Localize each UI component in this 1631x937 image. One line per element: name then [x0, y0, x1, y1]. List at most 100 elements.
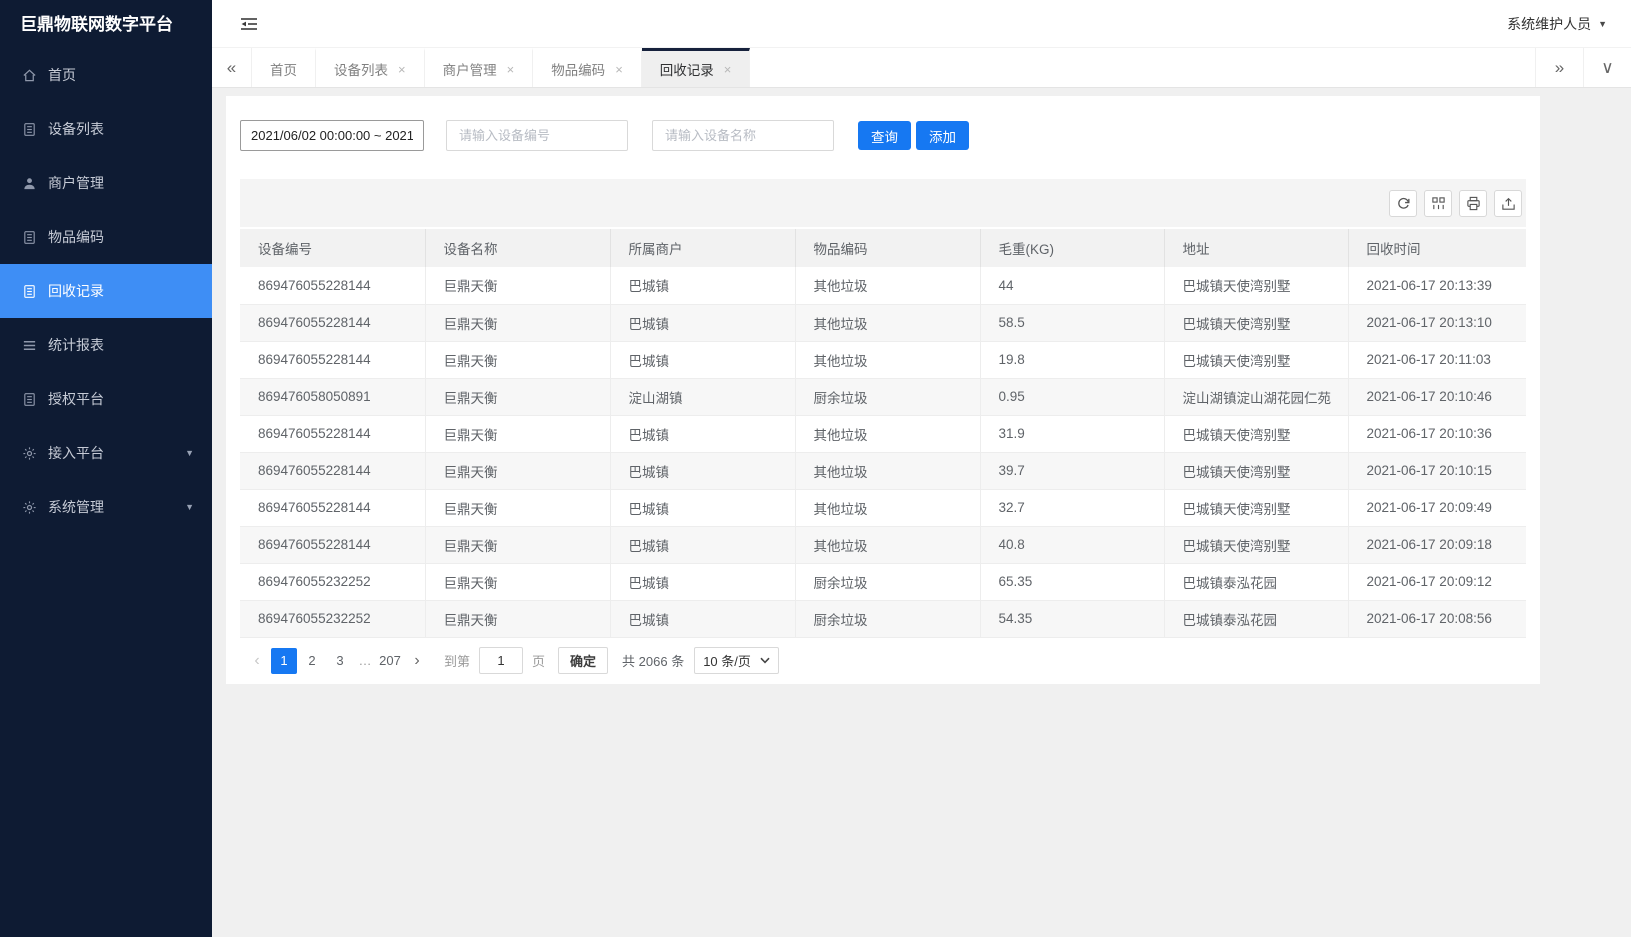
sidebar-item-label: 回收记录 [48, 281, 104, 301]
sidebar-item-access-platform[interactable]: 接入平台 ▼ [0, 426, 212, 480]
cell: 巨鼎天衡 [425, 415, 610, 452]
next-page-button[interactable]: › [404, 652, 430, 670]
sidebar-item-label: 设备列表 [48, 119, 104, 139]
user-menu[interactable]: 系统维护人员 ▼ [1507, 14, 1607, 34]
filter-bar: 查询 添加 [226, 96, 1540, 179]
export-button[interactable] [1494, 190, 1522, 217]
export-icon [1501, 196, 1516, 211]
prev-page-button[interactable]: ‹ [244, 652, 270, 670]
sidebar-item-item-codes[interactable]: 物品编码 [0, 210, 212, 264]
close-icon[interactable]: × [398, 62, 406, 77]
cell: 巴城镇泰泓花园 [1164, 600, 1348, 637]
tabs-scroll-right-button[interactable]: » [1535, 48, 1583, 87]
cell: 巴城镇 [610, 341, 795, 378]
cell: 40.8 [980, 526, 1164, 563]
cell: 869476055232252 [240, 600, 425, 637]
user-icon [22, 175, 38, 191]
page-button-2[interactable]: 2 [299, 648, 325, 674]
page-button-207[interactable]: 207 [377, 648, 403, 674]
cell: 厨余垃圾 [795, 563, 980, 600]
columns-icon [1431, 196, 1446, 211]
cell: 869476055228144 [240, 341, 425, 378]
cell: 巴城镇天使湾别墅 [1164, 267, 1348, 304]
tabs-scroll-left-button[interactable]: « [212, 48, 252, 87]
sidebar-item-system-management[interactable]: 系统管理 ▼ [0, 480, 212, 534]
tab-device-list[interactable]: 设备列表 × [316, 48, 425, 87]
cell: 869476058050891 [240, 378, 425, 415]
cell: 2021-06-17 20:10:36 [1348, 415, 1526, 452]
tab-label: 商户管理 [443, 59, 497, 79]
tab-home[interactable]: 首页 [252, 48, 316, 87]
cell: 巨鼎天衡 [425, 526, 610, 563]
query-button[interactable]: 查询 [858, 121, 911, 150]
cell: 淀山湖镇淀山湖花园仁苑 [1164, 378, 1348, 415]
cell: 巴城镇天使湾别墅 [1164, 452, 1348, 489]
page-unit-label: 页 [532, 651, 545, 670]
page-button-3[interactable]: 3 [327, 648, 353, 674]
sidebar-collapse-button[interactable] [240, 16, 258, 32]
page-size-value: 10 条/页 [703, 651, 751, 670]
sidebar-item-label: 商户管理 [48, 173, 104, 193]
chevron-down-icon: ∨ [1601, 58, 1613, 78]
tab-merchants[interactable]: 商户管理 × [425, 48, 534, 87]
columns-button[interactable] [1424, 190, 1452, 217]
sidebar-item-reports[interactable]: 统计报表 [0, 318, 212, 372]
confirm-button[interactable]: 确定 [558, 647, 608, 674]
document-icon [22, 229, 38, 245]
date-range-input[interactable] [240, 120, 424, 151]
col-item-code: 物品编码 [795, 228, 980, 267]
close-icon[interactable]: × [507, 62, 515, 77]
sidebar-item-label: 接入平台 [48, 443, 104, 463]
cell: 淀山湖镇 [610, 378, 795, 415]
sidebar-item-home[interactable]: 首页 [0, 48, 212, 102]
tab-recycle-records[interactable]: 回收记录 × [642, 48, 751, 87]
sidebar-item-recycle-records[interactable]: 回收记录 [0, 264, 212, 318]
caret-down-icon: ▼ [185, 448, 194, 458]
cell: 其他垃圾 [795, 415, 980, 452]
cell: 巨鼎天衡 [425, 489, 610, 526]
cell: 厨余垃圾 [795, 378, 980, 415]
tab-label: 首页 [270, 59, 297, 79]
table-row: 869476055232252巨鼎天衡巴城镇厨余垃圾65.35巴城镇泰泓花园20… [240, 563, 1526, 600]
tab-item-codes[interactable]: 物品编码 × [533, 48, 642, 87]
tabs-menu-button[interactable]: ∨ [1583, 48, 1631, 87]
cell: 巨鼎天衡 [425, 563, 610, 600]
sidebar-item-merchants[interactable]: 商户管理 [0, 156, 212, 210]
page-size-select[interactable]: 10 条/页 [694, 647, 779, 674]
print-button[interactable] [1459, 190, 1487, 217]
cell: 其他垃圾 [795, 452, 980, 489]
cell: 巴城镇天使湾别墅 [1164, 526, 1348, 563]
cell: 2021-06-17 20:09:12 [1348, 563, 1526, 600]
cell: 巴城镇 [610, 304, 795, 341]
collapse-menu-icon [240, 16, 258, 32]
cell: 2021-06-17 20:09:49 [1348, 489, 1526, 526]
sidebar-item-device-list[interactable]: 设备列表 [0, 102, 212, 156]
cell: 巴城镇 [610, 415, 795, 452]
table-row: 869476058050891巨鼎天衡淀山湖镇厨余垃圾0.95淀山湖镇淀山湖花园… [240, 378, 1526, 415]
cell: 巴城镇 [610, 526, 795, 563]
table-row: 869476055228144巨鼎天衡巴城镇其他垃圾31.9巴城镇天使湾别墅20… [240, 415, 1526, 452]
device-code-input[interactable] [446, 120, 628, 151]
cell: 巴城镇 [610, 600, 795, 637]
document-icon [22, 391, 38, 407]
cell: 其他垃圾 [795, 489, 980, 526]
device-name-input[interactable] [652, 120, 834, 151]
cell: 869476055232252 [240, 563, 425, 600]
cell: 65.35 [980, 563, 1164, 600]
page-button-1[interactable]: 1 [271, 648, 297, 674]
total-count: 共 2066 条 [622, 651, 684, 670]
refresh-button[interactable] [1389, 190, 1417, 217]
sidebar-item-authorize-platform[interactable]: 授权平台 [0, 372, 212, 426]
add-button[interactable]: 添加 [916, 121, 969, 150]
close-icon[interactable]: × [615, 62, 623, 77]
refresh-icon [1396, 196, 1411, 211]
tabbar-spacer [750, 48, 1535, 87]
close-icon[interactable]: × [724, 62, 732, 77]
cell: 58.5 [980, 304, 1164, 341]
chevron-down-icon [760, 657, 770, 664]
goto-page-input[interactable] [479, 647, 523, 674]
table-row: 869476055228144巨鼎天衡巴城镇其他垃圾39.7巴城镇天使湾别墅20… [240, 452, 1526, 489]
top-bar: 系统维护人员 ▼ [212, 0, 1631, 48]
table-row: 869476055228144巨鼎天衡巴城镇其他垃圾44巴城镇天使湾别墅2021… [240, 267, 1526, 304]
col-recycle-time: 回收时间 [1348, 228, 1526, 267]
